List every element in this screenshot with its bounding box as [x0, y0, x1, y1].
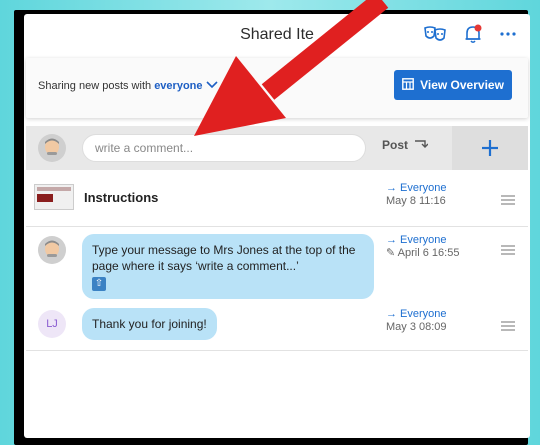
page-title: Shared Ite	[240, 26, 314, 43]
item-recipient: → Everyone	[386, 308, 447, 320]
item-date: ✎ April 6 16:55	[386, 247, 460, 259]
item-meta: → Everyone May 3 08:09	[386, 308, 447, 334]
upload-icon[interactable]: ⇧	[92, 277, 106, 291]
table-icon	[402, 77, 414, 93]
header-icons	[424, 24, 516, 44]
message-bubble: Type your message to Mrs Jones at the to…	[82, 234, 374, 299]
drag-handle-icon[interactable]	[500, 318, 516, 336]
item-title: Instructions	[84, 190, 159, 205]
list-item[interactable]: LJ Thank you for joining! → Everyone May…	[26, 306, 528, 346]
return-arrow-icon	[414, 138, 429, 152]
divider	[26, 350, 528, 351]
message-bubble: Thank you for joining!	[82, 308, 217, 340]
view-overview-button[interactable]: View Overview	[394, 70, 512, 100]
item-date: May 8 11:16	[386, 195, 446, 207]
item-date: May 3 08:09	[386, 321, 447, 333]
chevron-down-icon[interactable]	[205, 80, 218, 92]
post-label: Post	[382, 138, 409, 152]
comment-input[interactable]: write a comment...	[82, 134, 366, 162]
sharing-bar: Sharing new posts with everyone View Ove…	[26, 58, 528, 118]
more-icon[interactable]	[500, 32, 516, 36]
initials-avatar: LJ	[38, 310, 66, 338]
plus-icon	[481, 132, 499, 164]
view-overview-label: View Overview	[420, 78, 504, 92]
post-button[interactable]: Post	[382, 138, 429, 152]
audience-selector[interactable]: everyone	[154, 80, 202, 92]
sharing-prefix: Sharing new posts with	[38, 80, 152, 92]
app-card: Shared Ite Sharing new posts with everyo…	[24, 14, 530, 438]
list-item[interactable]: Instructions → Everyone May 8 11:16	[26, 176, 528, 220]
message-text: Thank you for joining!	[92, 317, 207, 331]
document-thumbnail	[34, 184, 74, 210]
item-meta: → Everyone ✎ April 6 16:55	[386, 234, 459, 260]
comment-composer: write a comment... Post	[26, 126, 528, 170]
masks-icon[interactable]	[424, 25, 446, 43]
bell-icon[interactable]	[464, 24, 482, 44]
list-item[interactable]: Type your message to Mrs Jones at the to…	[26, 230, 528, 304]
item-meta: → Everyone May 8 11:16	[386, 182, 447, 208]
drag-handle-icon[interactable]	[500, 192, 516, 210]
avatar	[38, 134, 66, 162]
edit-icon: ✎	[386, 247, 396, 259]
drag-handle-icon[interactable]	[500, 242, 516, 260]
message-text: Type your message to Mrs Jones at the to…	[92, 243, 356, 273]
add-button[interactable]	[452, 126, 528, 170]
avatar	[38, 236, 66, 264]
item-recipient: → Everyone	[386, 234, 447, 246]
item-recipient: → Everyone	[386, 182, 447, 194]
header: Shared Ite	[24, 14, 530, 56]
divider	[26, 226, 528, 227]
sharing-text: Sharing new posts with everyone	[38, 80, 218, 92]
